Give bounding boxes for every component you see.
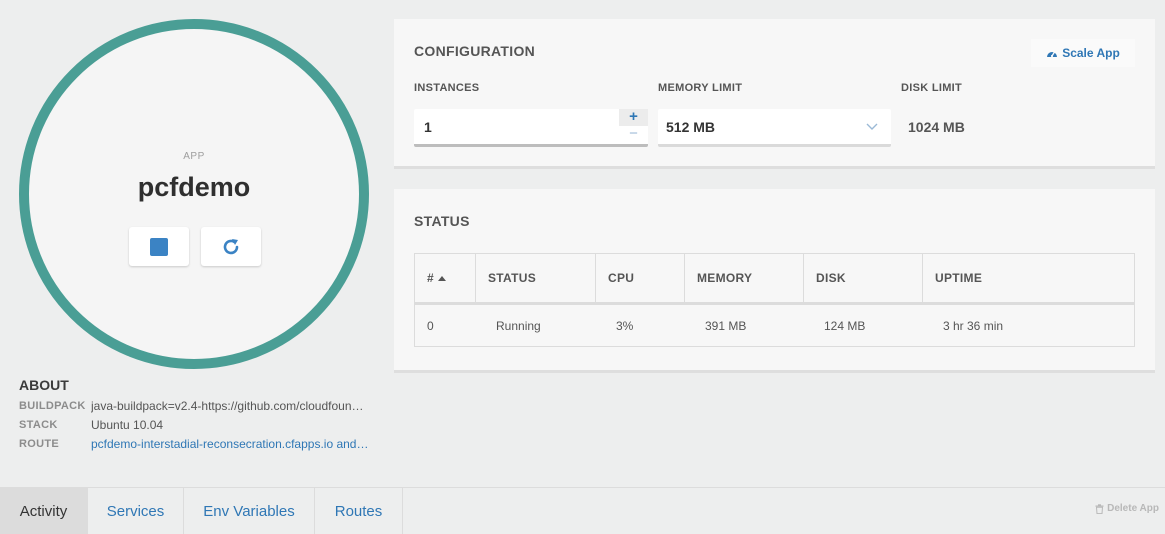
about-title: ABOUT: [19, 377, 69, 393]
stack-key: STACK: [19, 419, 58, 431]
instances-value: 1: [424, 119, 432, 135]
cell-status: Running: [496, 318, 541, 333]
tab-env-variables[interactable]: Env Variables: [184, 488, 315, 534]
column-header-cpu[interactable]: CPU: [596, 254, 685, 302]
app-circle: APP pcfdemo: [19, 19, 369, 369]
delete-app-label: Delete App: [1107, 503, 1159, 514]
cell-cpu: 3%: [616, 318, 634, 333]
app-name: pcfdemo: [137, 172, 251, 202]
cell-index: 0: [427, 318, 434, 333]
decrement-instances-button[interactable]: −: [619, 126, 648, 143]
cell-disk: 124 MB: [824, 318, 866, 333]
cell-uptime: 3 hr 36 min: [943, 318, 1004, 333]
delete-app-button[interactable]: Delete App: [1095, 503, 1159, 514]
dashboard-icon: [1047, 51, 1058, 57]
column-header-disk[interactable]: DISK: [804, 254, 923, 302]
stop-icon: [150, 237, 168, 256]
stop-button[interactable]: [129, 227, 189, 266]
instances-label: INSTANCES: [414, 82, 480, 94]
restart-icon: [223, 238, 239, 254]
cell-memory: 391 MB: [705, 318, 747, 333]
scale-app-label: Scale App: [1062, 46, 1120, 60]
status-title: STATUS: [414, 213, 470, 229]
chevron-down-icon: [866, 123, 878, 130]
route-key: ROUTE: [19, 438, 59, 450]
restart-button[interactable]: [201, 227, 261, 266]
memory-limit-label: MEMORY LIMIT: [658, 82, 743, 94]
column-header-status[interactable]: STATUS: [476, 254, 596, 302]
table-header: # STATUS CPU MEMORY DISK UPTIME: [415, 254, 1134, 305]
about-row-route: ROUTE pcfdemo-interstadial-reconsecratio…: [19, 435, 369, 454]
app-label: APP: [183, 151, 205, 162]
about-row-stack: STACK Ubuntu 10.04: [19, 416, 369, 435]
column-header-label: #: [427, 271, 434, 285]
about-section: ABOUT BUILDPACK java-buildpack=v2.4-http…: [19, 377, 369, 454]
instances-table: # STATUS CPU MEMORY DISK UPTIME 0 Runnin…: [414, 253, 1135, 347]
column-header-memory[interactable]: MEMORY: [685, 254, 804, 302]
configuration-panel: CONFIGURATION Scale App INSTANCES MEMORY…: [394, 19, 1155, 169]
memory-limit-value: 512 MB: [666, 119, 716, 135]
about-row-buildpack: BUILDPACK java-buildpack=v2.4-https://gi…: [19, 397, 369, 416]
trash-icon: [1095, 503, 1104, 514]
column-header-index[interactable]: #: [415, 254, 476, 302]
buildpack-value: java-buildpack=v2.4-https://github.com/c…: [91, 399, 369, 413]
increment-instances-button[interactable]: +: [619, 109, 648, 126]
disk-limit-value: 1024 MB: [908, 119, 965, 135]
configuration-title: CONFIGURATION: [414, 43, 536, 59]
tab-services[interactable]: Services: [88, 488, 184, 534]
scale-app-button[interactable]: Scale App: [1031, 39, 1135, 67]
tab-routes[interactable]: Routes: [315, 488, 403, 534]
column-header-uptime[interactable]: UPTIME: [923, 254, 1134, 302]
route-link[interactable]: pcfdemo-interstadial-reconsecration.cfap…: [91, 435, 369, 454]
tab-activity[interactable]: Activity: [0, 488, 88, 534]
instances-field[interactable]: 1 + −: [414, 109, 648, 147]
table-row: 0 Running 3% 391 MB 124 MB 3 hr 36 min: [415, 305, 1134, 346]
tab-bar: Activity Services Env Variables Routes D…: [0, 487, 1165, 534]
stack-value: Ubuntu 10.04: [91, 418, 164, 432]
disk-limit-label: DISK LIMIT: [901, 82, 963, 94]
status-panel: STATUS # STATUS CPU MEMORY DISK UPTIME 0…: [394, 189, 1155, 373]
buildpack-key: BUILDPACK: [19, 400, 86, 412]
sort-ascending-icon: [437, 275, 446, 281]
memory-limit-select[interactable]: 512 MB: [658, 109, 891, 147]
